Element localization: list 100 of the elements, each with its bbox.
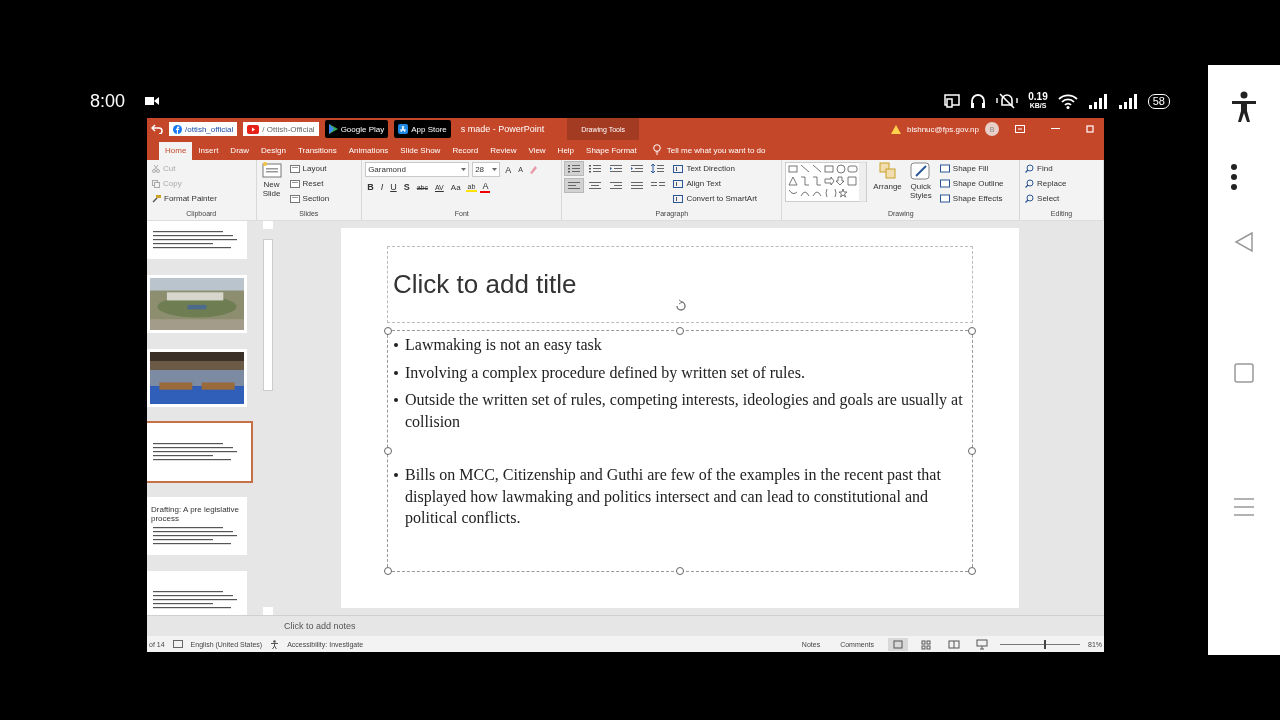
ribbon-tab[interactable]: Slide Show (394, 142, 447, 160)
accessibility-icon[interactable] (270, 639, 280, 649)
search-icon (1025, 164, 1035, 173)
shape-format-command[interactable]: Shape Effects (937, 192, 1006, 205)
signal-icon (1087, 93, 1108, 109)
resize-handle[interactable] (968, 447, 976, 455)
lightbulb-icon (652, 144, 661, 155)
paragraph-command[interactable]: Align Text (671, 177, 760, 190)
screen-cast-icon (944, 94, 961, 108)
arrange-icon (877, 162, 898, 180)
ribbon-display-icon[interactable] (1015, 125, 1025, 133)
slide-thumbnail[interactable]: Drafting: A pre legislative process (147, 497, 247, 555)
paragraph-command[interactable]: Text Direction (671, 162, 760, 175)
arrange-button[interactable]: Arrange (871, 162, 904, 191)
restore-icon[interactable] (1086, 125, 1094, 133)
shape-icon (939, 194, 950, 203)
slide-layout-icon (289, 164, 300, 173)
resize-handle[interactable] (384, 327, 392, 335)
ribbon-tab[interactable]: Animations (342, 142, 395, 160)
slides-button[interactable]: Reset (287, 177, 332, 190)
title-placeholder[interactable]: Click to add title (387, 246, 973, 323)
ribbon-tab[interactable]: Review (484, 142, 523, 160)
resize-handle[interactable] (384, 567, 392, 575)
slide-thumbnail[interactable] (147, 221, 247, 259)
spelling-icon[interactable] (172, 640, 183, 648)
minimize-icon[interactable] (1051, 128, 1060, 130)
account-email[interactable]: bishnuc@fps.gov.np (907, 124, 979, 134)
window-title: s made - PowerPoint (460, 124, 545, 134)
bullet-text: Bills on MCC, Citizenship and Guthi are few of the examples in the recent past that displayed how lawmaking and politics intersect and can lead to constitutional and political conflicts. (405, 465, 942, 529)
content-placeholder[interactable] (387, 330, 973, 572)
format-button[interactable]: S (401, 182, 412, 192)
grow-font-button[interactable]: A (503, 164, 514, 175)
ribbon-tab[interactable]: Insert (192, 142, 225, 160)
resize-handle[interactable] (384, 447, 392, 455)
ribbon-tab[interactable]: Record (446, 142, 485, 160)
quick-styles-icon (909, 162, 932, 180)
shape-icon (939, 179, 950, 188)
slide-thumbnail[interactable] (147, 571, 247, 615)
align-button[interactable] (565, 179, 584, 192)
text-box-icon (673, 179, 684, 188)
tell-me-search[interactable]: Tell me what you want to do (666, 146, 766, 160)
shape-icon (939, 164, 950, 173)
warning-icon (891, 124, 901, 134)
ribbon-tab[interactable]: Shape Format (580, 142, 643, 160)
search-icon (1025, 179, 1035, 188)
paragraph-button[interactable] (565, 162, 584, 175)
slide-thumbnail[interactable] (147, 423, 251, 481)
resize-handle[interactable] (968, 567, 976, 575)
font-size-field[interactable]: 28 (472, 162, 501, 177)
ribbon-tab[interactable]: Home (159, 142, 193, 160)
undo-icon[interactable] (151, 124, 163, 134)
accessibility-icon[interactable] (1231, 91, 1257, 123)
more-options-icon[interactable] (1230, 163, 1238, 191)
ribbon-tab[interactable]: Transitions (291, 142, 343, 160)
bullet-icon (394, 398, 398, 402)
facebook-icon (173, 124, 182, 134)
editing-command[interactable]: Select (1023, 192, 1100, 205)
resize-handle[interactable] (676, 327, 684, 335)
normal-view-icon[interactable] (888, 637, 908, 651)
paragraph-command[interactable]: Convert to SmartArt (671, 192, 760, 205)
youtube-badge: / Ottish-Official (243, 122, 319, 136)
slide-layout-icon (289, 179, 300, 188)
new-slide-icon (261, 162, 282, 178)
editing-command[interactable]: Replace (1023, 177, 1100, 190)
format-button[interactable]: I (378, 182, 386, 192)
google-play-badge: Google Play (324, 120, 389, 138)
slide-layout-icon (289, 194, 300, 203)
rotate-handle-icon[interactable] (674, 299, 688, 313)
font-name-field[interactable]: Garamond (365, 162, 470, 177)
shapes-gallery-drawing[interactable] (785, 162, 868, 202)
search-icon (1025, 194, 1035, 203)
bullet-text: Outside the written set of rules, competing interests, ideologies and goals are usually at collision (405, 390, 964, 432)
new-slide-button[interactable]: New Slide (259, 162, 284, 198)
copy-icon (152, 179, 160, 188)
resize-handle[interactable] (676, 567, 684, 575)
font-color-button[interactable]: A (480, 181, 491, 193)
format-button[interactable]: Aa (448, 182, 463, 192)
resize-handle[interactable] (968, 327, 976, 335)
back-icon[interactable] (1233, 231, 1255, 253)
caret-icon (492, 168, 498, 171)
ribbon-tab[interactable]: Design (255, 142, 292, 160)
notes-placeholder[interactable]: Click to add notes (284, 621, 356, 631)
slides-button[interactable]: Layout (287, 162, 332, 175)
ribbon-tab[interactable]: View (522, 142, 552, 160)
play-triangle-icon (328, 124, 338, 134)
bullet-text: Involving a complex procedure defined by written set of rules. (405, 362, 805, 383)
editing-command[interactable]: Find (1023, 162, 1100, 175)
slides-button[interactable]: Section (287, 192, 332, 205)
bullet-text: Lawmaking is not an easy task (405, 335, 602, 356)
format-button[interactable]: B (365, 182, 376, 192)
app-store-icon (398, 124, 409, 134)
shape-format-command[interactable]: Shape Outline (937, 177, 1006, 190)
clipboard-button[interactable]: Format Painter (150, 192, 253, 205)
ribbon-tab[interactable]: Draw (224, 142, 256, 160)
shape-format-command[interactable]: Shape Fill (937, 162, 1006, 175)
quick-styles-button[interactable]: Quick Styles (907, 162, 934, 200)
app-store-badge: App Store (394, 120, 451, 138)
play-icon (247, 124, 260, 134)
ribbon-tab[interactable]: Help (551, 142, 581, 160)
format-button[interactable]: U (388, 182, 399, 192)
